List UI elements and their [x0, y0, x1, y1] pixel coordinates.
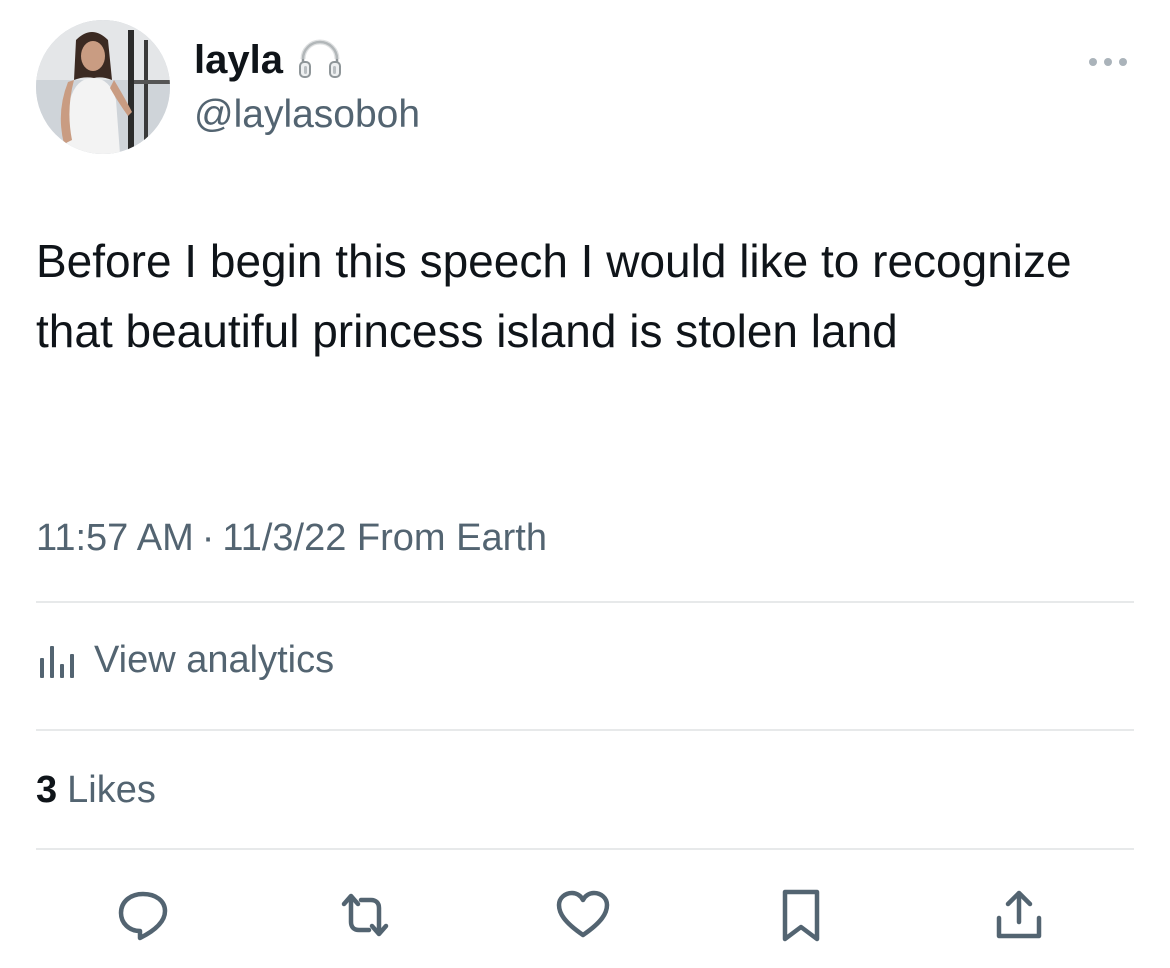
tweet-date[interactable]: 11/3/22 [222, 517, 346, 559]
likes-label[interactable]: Likes [67, 769, 156, 811]
divider [36, 729, 1134, 731]
bookmark-icon [782, 889, 820, 942]
like-icon [556, 890, 610, 938]
avatar[interactable] [36, 20, 170, 154]
meta-separator: · [201, 517, 215, 559]
reply-icon [118, 891, 168, 941]
more-icon [1089, 58, 1127, 66]
tweet-source: From Earth [356, 517, 547, 559]
tweet-detail: layla @laylasoboh Before I begin this sp… [0, 0, 1170, 968]
headphones-icon [295, 35, 345, 85]
analytics-icon [36, 638, 80, 682]
analytics-label[interactable]: View analytics [94, 634, 334, 686]
share-button[interactable] [984, 880, 1054, 950]
likes-summary[interactable]: 3 Likes [36, 764, 156, 816]
tweet-timestamp[interactable]: 11:57 AM · 11/3/22 From Earth [36, 512, 547, 564]
avatar-photo [36, 20, 170, 154]
likes-count[interactable]: 3 [36, 769, 57, 811]
display-name[interactable]: layla [194, 34, 283, 86]
share-icon [996, 890, 1042, 939]
divider [36, 601, 1134, 603]
like-button[interactable] [548, 880, 618, 950]
tweet-text: Before I begin this speech I would like … [36, 235, 1072, 357]
view-analytics-button[interactable]: View analytics [36, 634, 334, 686]
more-options-button[interactable] [1084, 50, 1132, 74]
user-handle[interactable]: @laylasoboh [194, 90, 420, 140]
divider [36, 848, 1134, 850]
retweet-button[interactable] [330, 880, 400, 950]
tweet-time[interactable]: 11:57 AM [36, 517, 194, 559]
reply-button[interactable] [108, 880, 178, 950]
bookmark-button[interactable] [766, 880, 836, 950]
display-name-row[interactable]: layla [194, 34, 345, 86]
retweet-icon [341, 893, 389, 937]
